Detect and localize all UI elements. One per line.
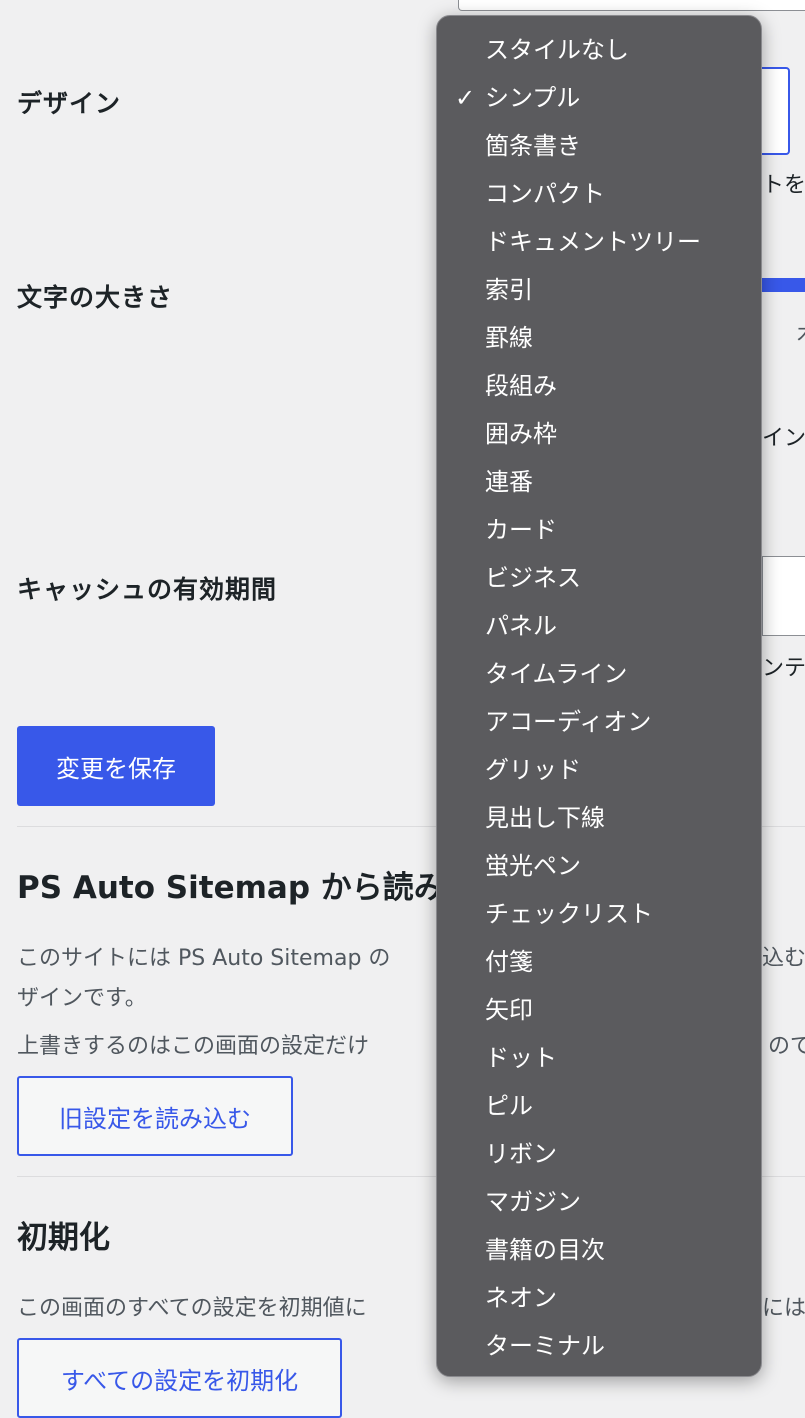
save-button[interactable]: 変更を保存 bbox=[17, 726, 215, 806]
dropdown-option-label: ドキュメントツリー bbox=[485, 228, 701, 256]
dropdown-option[interactable]: リボン bbox=[437, 1130, 761, 1178]
dropdown-option[interactable]: ドキュメントツリー bbox=[437, 218, 761, 266]
dropdown-option[interactable]: カード bbox=[437, 506, 761, 554]
dropdown-option-label: シンプル bbox=[485, 84, 581, 112]
input-partial-top[interactable] bbox=[458, 0, 805, 11]
dropdown-option[interactable]: ドット bbox=[437, 1034, 761, 1082]
dropdown-option[interactable]: ✓ シンプル bbox=[437, 74, 761, 122]
import-desc-line3-tail: ので bbox=[768, 1034, 805, 1059]
dropdown-option[interactable]: 罫線 bbox=[437, 314, 761, 362]
reset-section-title: 初期化 bbox=[17, 1220, 110, 1256]
import-desc-line1: このサイトには PS Auto Sitemap の bbox=[17, 946, 391, 971]
dropdown-option[interactable]: 付箋 bbox=[437, 938, 761, 986]
cache-label: キャッシュの有効期間 bbox=[17, 575, 278, 604]
dropdown-option[interactable]: ビジネス bbox=[437, 554, 761, 602]
font-hint-fragment: 木 bbox=[797, 316, 805, 348]
dropdown-option-label: ターミナル bbox=[485, 1332, 605, 1360]
font-size-slider-track[interactable] bbox=[762, 278, 805, 292]
dropdown-option[interactable]: アコーディオン bbox=[437, 698, 761, 746]
dropdown-option-label: 書籍の目次 bbox=[485, 1236, 605, 1264]
import-desc-line2: ザインです。 bbox=[17, 986, 147, 1011]
dropdown-option-label: アコーディオン bbox=[485, 708, 652, 736]
dropdown-option[interactable]: 箇条書き bbox=[437, 122, 761, 170]
dropdown-option-label: 付箋 bbox=[485, 948, 533, 976]
dropdown-option-label: コンパクト bbox=[485, 180, 605, 208]
checkmark-icon: ✓ bbox=[455, 84, 476, 112]
dropdown-option-label: 囲み枠 bbox=[485, 420, 557, 448]
dropdown-option[interactable]: タイムライン bbox=[437, 650, 761, 698]
font-size-label: 文字の大きさ bbox=[17, 283, 174, 312]
dropdown-option-label: カード bbox=[485, 516, 557, 544]
cache-input[interactable] bbox=[762, 556, 805, 636]
design-label: デザイン bbox=[17, 89, 122, 118]
dropdown-option[interactable]: パネル bbox=[437, 602, 761, 650]
dropdown-option[interactable]: ターミナル bbox=[437, 1322, 761, 1370]
reset-desc-tail: には bbox=[762, 1296, 805, 1321]
dropdown-option-label: ピル bbox=[485, 1092, 533, 1120]
dropdown-option-label: 罫線 bbox=[485, 324, 533, 352]
dropdown-option-label: ビジネス bbox=[485, 564, 581, 592]
dropdown-option-label: グリッド bbox=[485, 756, 581, 784]
dropdown-option[interactable]: 連番 bbox=[437, 458, 761, 506]
dropdown-option-label: スタイルなし bbox=[485, 36, 629, 64]
dropdown-option[interactable]: グリッド bbox=[437, 746, 761, 794]
dropdown-option[interactable]: 囲み枠 bbox=[437, 410, 761, 458]
dropdown-option[interactable]: コンパクト bbox=[437, 170, 761, 218]
dropdown-option[interactable]: 矢印 bbox=[437, 986, 761, 1034]
dropdown-option[interactable]: 索引 bbox=[437, 266, 761, 314]
dropdown-option-label: パネル bbox=[485, 612, 557, 640]
import-legacy-button[interactable]: 旧設定を読み込む bbox=[17, 1076, 293, 1156]
font-hint-fragment-2: イン bbox=[762, 426, 805, 451]
import-section-title: PS Auto Sitemap から読み込 bbox=[17, 870, 476, 906]
dropdown-option[interactable]: 段組み bbox=[437, 362, 761, 410]
dropdown-option-label: チェックリスト bbox=[485, 900, 653, 928]
dropdown-option-label: ドット bbox=[485, 1044, 557, 1072]
dropdown-option-label: タイムライン bbox=[485, 660, 628, 688]
dropdown-option[interactable]: チェックリスト bbox=[437, 890, 761, 938]
dropdown-option-label: 段組み bbox=[485, 372, 557, 400]
dropdown-option-label: 索引 bbox=[485, 276, 533, 304]
dropdown-option-label: 蛍光ペン bbox=[485, 852, 581, 880]
dropdown-option[interactable]: 見出し下線 bbox=[437, 794, 761, 842]
dropdown-option-label: ネオン bbox=[485, 1284, 557, 1312]
dropdown-option[interactable]: 蛍光ペン bbox=[437, 842, 761, 890]
cache-hint-fragment: ンテ bbox=[762, 656, 805, 681]
dropdown-option[interactable]: スタイルなし bbox=[437, 26, 761, 74]
design-dropdown-menu[interactable]: スタイルなし ✓ シンプル箇条書きコンパクトドキュメントツリー 索引罫線段組み囲み枠連… bbox=[436, 15, 762, 1377]
reset-desc: この画面のすべての設定を初期値に bbox=[17, 1296, 367, 1321]
design-hint-fragment: トを bbox=[762, 173, 805, 198]
dropdown-option[interactable]: ピル bbox=[437, 1082, 761, 1130]
dropdown-option-label: 箇条書き bbox=[485, 132, 581, 160]
dropdown-option[interactable]: マガジン bbox=[437, 1178, 761, 1226]
reset-all-button[interactable]: すべての設定を初期化 bbox=[17, 1338, 342, 1418]
dropdown-option-label: マガジン bbox=[485, 1188, 581, 1216]
import-desc-line1-tail: 込む bbox=[762, 946, 805, 971]
dropdown-option[interactable]: ネオン bbox=[437, 1274, 761, 1322]
dropdown-option-label: リボン bbox=[485, 1140, 557, 1168]
dropdown-option-label: 矢印 bbox=[485, 996, 533, 1024]
dropdown-option[interactable]: 書籍の目次 bbox=[437, 1226, 761, 1274]
import-desc-line3: 上書きするのはこの画面の設定だけ bbox=[17, 1034, 370, 1059]
dropdown-option-label: 見出し下線 bbox=[485, 804, 605, 832]
dropdown-option-label: 連番 bbox=[485, 468, 533, 496]
